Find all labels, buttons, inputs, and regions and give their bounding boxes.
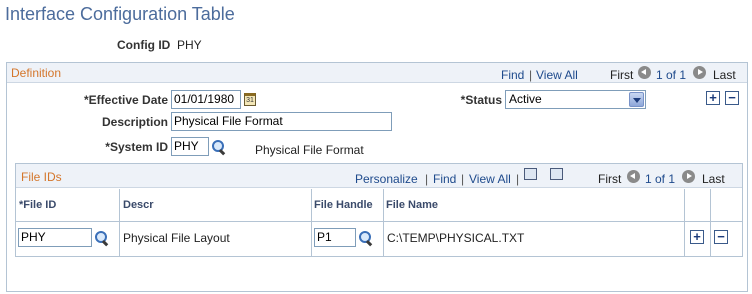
download-grid-icon[interactable] [550,168,563,180]
definition-view-all-link[interactable]: View All [536,68,578,82]
definition-nav-separator: | [529,68,533,82]
search-icon[interactable] [94,230,110,246]
definition-last-label: Last [713,68,736,82]
grid-nav-separator-3: | [516,172,520,186]
file-id-input[interactable]: PHY [18,228,92,247]
grid-nav-separator-2: | [461,172,465,186]
column-header-descr[interactable]: Descr [123,199,154,211]
column-header-file-id[interactable]: *File ID [19,199,56,211]
status-label: *Status [460,93,502,107]
grid-view-all-link[interactable]: View All [469,172,511,186]
system-id-input[interactable]: PHY [171,137,209,156]
grid-last-label: Last [702,172,725,186]
personalize-link[interactable]: Personalize [355,172,418,186]
effective-date-label: *Effective Date [84,93,169,107]
definition-header-bar [7,63,747,83]
column-divider [119,189,120,256]
grid-delete-row-button[interactable]: − [714,230,728,244]
file-handle-input[interactable]: P1 [314,228,356,247]
chevron-down-icon[interactable] [629,92,644,107]
definition-range: 1 of 1 [656,68,687,82]
config-id-label: Config ID [117,38,171,52]
column-header-file-handle[interactable]: File Handle [314,199,373,211]
grid-next-arrow-icon[interactable] [682,170,695,183]
grid-add-row-button[interactable]: + [690,230,704,244]
definition-title: Definition [11,66,62,80]
system-id-label: *System ID [105,140,168,154]
grid-nav-separator-1: | [425,172,429,186]
search-icon[interactable] [358,230,374,246]
grid-first-label: First [598,172,622,186]
description-input[interactable]: Physical File Format [171,112,392,131]
system-id-description: Physical File Format [255,143,364,157]
grid-prev-arrow-icon[interactable] [627,170,640,183]
definition-first-label: First [610,68,634,82]
effective-date-input[interactable]: 01/01/1980 [171,90,241,109]
delete-row-button[interactable]: − [725,91,739,105]
search-icon[interactable] [211,139,227,155]
column-divider [311,189,312,256]
file-ids-title: File IDs [21,170,62,184]
description-label: Description [101,115,168,129]
status-selected-value: Active [509,92,542,106]
next-arrow-icon[interactable] [693,66,706,79]
file-descr-value: Physical File Layout [123,231,230,245]
grid-find-link[interactable]: Find [433,172,456,186]
column-divider [383,189,384,256]
prev-arrow-icon[interactable] [638,66,651,79]
column-header-file-name[interactable]: File Name [386,199,438,211]
column-divider [710,189,711,256]
calendar-icon[interactable]: 31 [244,93,256,106]
definition-find-link[interactable]: Find [501,68,524,82]
file-name-value: C:\TEMP\PHYSICAL.TXT [387,231,525,245]
status-select[interactable]: Active [505,90,646,109]
column-divider [684,189,685,256]
config-id-value: PHY [177,38,202,52]
grid-range: 1 of 1 [645,172,676,186]
zoom-grid-icon[interactable] [524,168,537,180]
page-title: Interface Configuration Table [5,4,235,24]
add-row-button[interactable]: + [706,91,720,105]
